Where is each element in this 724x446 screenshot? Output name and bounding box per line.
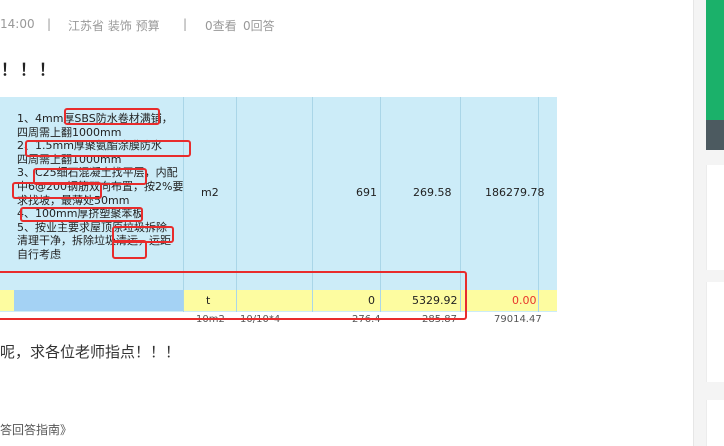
table-divider [538, 290, 539, 311]
right-sidebar [694, 0, 724, 446]
question-title: ！！！ [1, 60, 59, 79]
sidebar-card[interactable] [706, 282, 724, 382]
promo-banner[interactable] [706, 0, 724, 120]
price-cell: 269.58 [413, 186, 452, 199]
quantity-cell: 691 [356, 186, 377, 199]
annotation-box [112, 240, 147, 259]
answer-guide-link[interactable]: 答回答指南》 [0, 421, 72, 438]
annotation-box [25, 140, 191, 157]
meta-separator: | [47, 17, 52, 31]
annotation-box [20, 207, 143, 222]
post-time: 14:00 [0, 17, 35, 31]
total-cell: 0.00 [512, 294, 537, 307]
sidebar-card[interactable] [706, 400, 724, 446]
sidebar-card[interactable] [706, 165, 724, 270]
annotation-box [0, 271, 467, 320]
annotation-box [64, 108, 160, 125]
promo-banner-footer [706, 120, 724, 150]
spec-line: 四周需上翻1000mm [17, 125, 122, 139]
question-body: 呢，求各位老师指点！！！ [0, 343, 181, 361]
unit-cell: m2 [201, 186, 219, 199]
table-divider [538, 97, 539, 312]
answer-count: 0回答 [243, 19, 275, 33]
total-cell: 79014.47 [494, 314, 542, 325]
question-tags[interactable]: 江苏省 装饰 预算 [68, 17, 160, 34]
view-count: 0查看 [205, 19, 237, 33]
total-cell: 186279.78 [485, 186, 545, 199]
annotation-box [12, 182, 102, 199]
spec-line: 自行考虑 [17, 247, 61, 261]
meta-separator: | [183, 17, 188, 31]
